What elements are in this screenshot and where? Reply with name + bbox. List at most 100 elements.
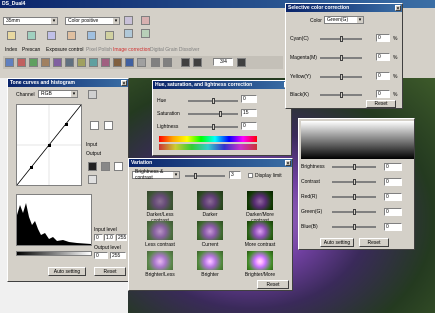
variation-thumb-4[interactable] <box>147 221 173 240</box>
black-slider[interactable] <box>320 92 362 98</box>
variation-mode-select[interactable]: Brightness & contrast <box>132 169 180 181</box>
tab-exposure[interactable]: Exposure control <box>46 47 84 54</box>
prev-icon[interactable] <box>181 58 190 67</box>
selective-reset-button[interactable]: Reset <box>366 100 396 108</box>
zoom-icon[interactable] <box>53 58 62 67</box>
variation-thumb-6[interactable] <box>247 221 273 240</box>
cyan-thumb[interactable] <box>340 36 343 42</box>
close-icon[interactable]: × <box>121 80 127 87</box>
tool1-icon[interactable] <box>7 31 16 40</box>
film-size-select[interactable]: 35mm <box>3 17 58 25</box>
brightness-value[interactable]: 0 <box>384 163 402 171</box>
film-type-select[interactable]: Color positive <box>65 17 120 25</box>
tone-reset-button[interactable]: Reset <box>94 267 126 276</box>
lightness-value[interactable]: 0 <box>241 122 257 130</box>
variation-thumb-5[interactable] <box>197 221 223 240</box>
gray-point-icon[interactable] <box>101 162 110 171</box>
red-thumb[interactable] <box>353 194 356 200</box>
pencil-icon[interactable] <box>104 121 113 130</box>
variation-thumb-2[interactable] <box>197 191 223 210</box>
bright-icon[interactable] <box>137 58 146 67</box>
lightness-thumb[interactable] <box>212 124 215 130</box>
variation-thumb-1[interactable] <box>147 191 173 210</box>
tool4-icon[interactable] <box>67 31 76 40</box>
output-max[interactable]: 255 <box>110 252 126 259</box>
fit-icon[interactable] <box>5 58 14 67</box>
contrast-value[interactable]: 0 <box>384 178 402 186</box>
yellow-value[interactable]: 0 <box>376 72 390 80</box>
input-min[interactable]: 0 <box>94 234 103 241</box>
blue-thumb[interactable] <box>353 224 356 230</box>
rotate-icon[interactable] <box>17 58 26 67</box>
variation-thumb-8[interactable] <box>197 251 223 270</box>
contrast-slider[interactable] <box>332 179 376 185</box>
variation-thumb-7[interactable] <box>147 251 173 270</box>
last-icon[interactable] <box>237 58 246 67</box>
cyan-slider[interactable] <box>320 36 362 42</box>
channel-select[interactable]: RGB <box>38 90 78 98</box>
tab-index[interactable]: Index <box>5 47 17 54</box>
magenta-thumb[interactable] <box>340 55 343 61</box>
saturation-thumb[interactable] <box>219 111 222 117</box>
close-icon[interactable]: × <box>395 5 401 12</box>
variation-icon[interactable] <box>113 58 122 67</box>
eyedrop-icon[interactable] <box>77 58 86 67</box>
tone-auto-button[interactable]: Auto setting <box>48 267 86 276</box>
color-icon[interactable] <box>101 58 110 67</box>
curve-reset-icon[interactable] <box>88 90 97 99</box>
close-icon[interactable]: × <box>285 160 291 167</box>
hue-thumb[interactable] <box>212 98 215 104</box>
brightness-auto-button[interactable]: Auto setting <box>320 238 354 247</box>
color-select[interactable]: Green(G) <box>324 16 364 24</box>
white-point-icon[interactable] <box>114 162 123 171</box>
variation-step-slider[interactable] <box>185 173 225 179</box>
scan-icon[interactable] <box>141 16 150 25</box>
saturation-slider[interactable] <box>188 111 238 117</box>
variation-step-thumb[interactable] <box>194 173 197 179</box>
lightness-slider[interactable] <box>188 124 238 130</box>
green-thumb[interactable] <box>353 209 356 215</box>
save-icon[interactable] <box>141 29 150 38</box>
next-icon[interactable] <box>193 58 202 67</box>
selective-icon[interactable] <box>125 58 134 67</box>
tool5-icon[interactable] <box>87 31 96 40</box>
variation-thumb-9[interactable] <box>247 251 273 270</box>
display-limit-checkbox[interactable] <box>248 173 253 178</box>
curve-tool-icon[interactable] <box>90 121 99 130</box>
brightness-reset-button[interactable]: Reset <box>359 238 389 247</box>
tool3-icon[interactable] <box>47 31 56 40</box>
variation-thumb-3[interactable] <box>247 191 273 210</box>
tab-prescan[interactable]: Prescan <box>22 47 40 54</box>
black-value[interactable]: 0 <box>376 90 390 98</box>
hue-value[interactable]: 0 <box>241 95 257 103</box>
undo-icon[interactable] <box>151 58 160 67</box>
histogram-icon[interactable] <box>89 58 98 67</box>
tool2-icon[interactable] <box>27 31 36 40</box>
brightness-slider[interactable] <box>332 164 376 170</box>
input-gamma[interactable]: 1.0 <box>104 234 115 241</box>
magenta-value[interactable]: 0 <box>376 53 390 61</box>
hand-icon[interactable] <box>65 58 74 67</box>
crop-icon[interactable] <box>41 58 50 67</box>
yellow-slider[interactable] <box>320 74 362 80</box>
redo-icon[interactable] <box>163 58 172 67</box>
settings-icon[interactable] <box>124 29 133 38</box>
green-value[interactable]: 0 <box>384 208 402 216</box>
hue-slider[interactable] <box>188 98 238 104</box>
red-slider[interactable] <box>332 194 376 200</box>
saturation-value[interactable]: 15 <box>241 109 257 117</box>
output-min[interactable]: 0 <box>94 252 108 259</box>
contrast-thumb[interactable] <box>353 179 356 185</box>
auto-icon[interactable] <box>88 175 97 184</box>
black-point-icon[interactable] <box>88 162 97 171</box>
tone-curve-graph[interactable] <box>16 104 82 186</box>
red-value[interactable]: 0 <box>384 193 402 201</box>
black-thumb[interactable] <box>340 92 343 98</box>
brightness-thumb[interactable] <box>353 164 356 170</box>
yellow-thumb[interactable] <box>340 74 343 80</box>
tab-grain[interactable]: Digital Grain Dissolver <box>150 47 199 54</box>
tab-pixel-polish[interactable]: Pixel Polish <box>86 47 112 54</box>
tab-image-correction[interactable]: Image correction <box>113 47 150 54</box>
cyan-value[interactable]: 0 <box>376 34 390 42</box>
blue-slider[interactable] <box>332 224 376 230</box>
